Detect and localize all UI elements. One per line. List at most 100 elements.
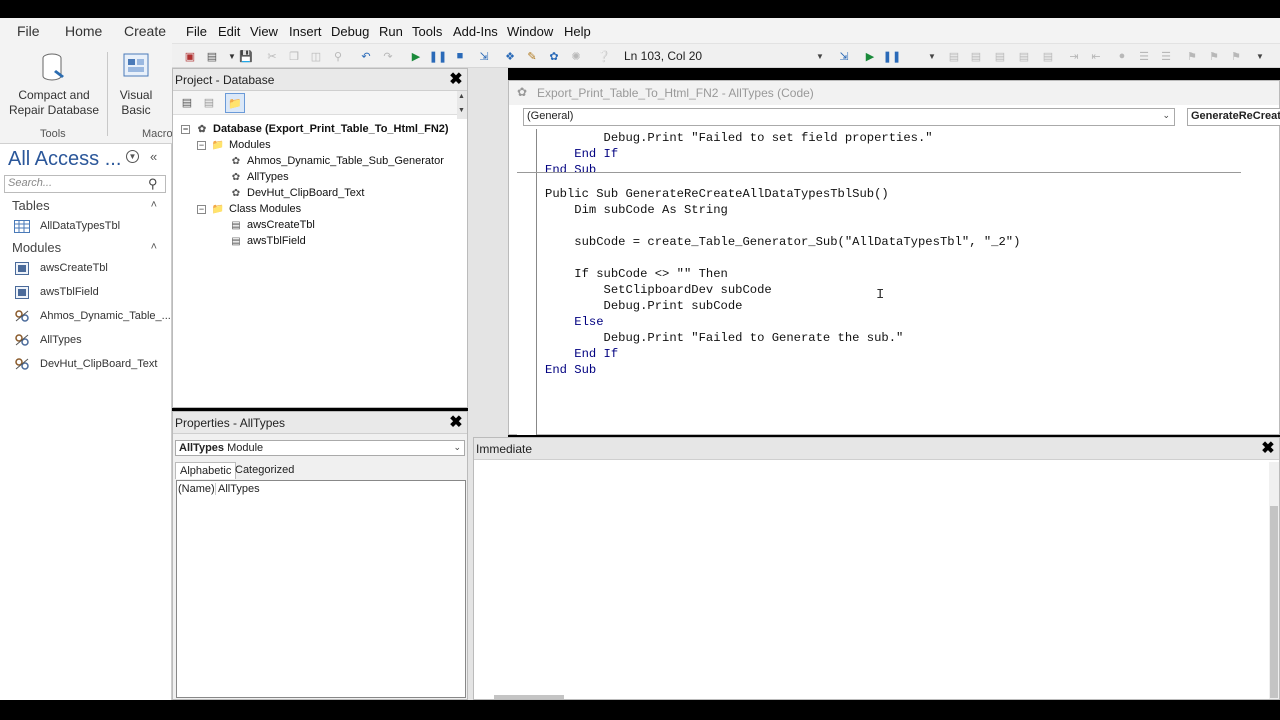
nav-item-module[interactable]: awsTblField <box>14 284 99 300</box>
tree-node-modules-folder[interactable]: − 📁 Modules <box>197 137 271 153</box>
save-icon[interactable]: 💾 <box>238 48 254 64</box>
object-selector-combo[interactable]: AllTypes Module ⌄ <box>175 440 465 456</box>
design-mode-icon[interactable]: ⇲ <box>476 48 492 64</box>
undo-icon[interactable]: ↶ <box>358 48 374 64</box>
menu-run[interactable]: Run <box>379 24 403 39</box>
tree-node-module[interactable]: ✿ DevHut_ClipBoard_Text <box>229 185 365 201</box>
menu-file[interactable]: File <box>186 24 207 39</box>
toggle-breakpoint-icon[interactable]: ● <box>1114 48 1130 64</box>
indent-icon[interactable]: ⇥ <box>1066 48 1082 64</box>
toolbar-overflow-icon-2[interactable]: ▼ <box>924 48 940 64</box>
nav-pane-title[interactable]: All Access ... <box>8 148 121 171</box>
scroll-down-icon[interactable]: ▼ <box>458 107 465 114</box>
tree-node-database[interactable]: − ✿ Database (Export_Print_Table_To_Html… <box>181 121 449 137</box>
cut-icon[interactable]: ✂ <box>264 48 280 64</box>
run-icon[interactable]: ▶ <box>408 48 424 64</box>
toolbar-overflow-icon-3[interactable]: ▼ <box>1252 48 1268 64</box>
find-icon[interactable]: ⚲ <box>330 48 346 64</box>
close-icon[interactable]: ✖ <box>447 71 465 89</box>
visual-basic-button[interactable]: Visual Basic <box>112 52 160 118</box>
tab-create[interactable]: Create <box>124 23 166 39</box>
view-access-icon[interactable]: ▣ <box>182 48 198 64</box>
complete-word-icon[interactable]: ▤ <box>1040 48 1056 64</box>
close-icon[interactable]: ✖ <box>447 414 465 432</box>
menu-help[interactable]: Help <box>564 24 591 39</box>
nav-item-module[interactable]: DevHut_ClipBoard_Text <box>14 356 157 372</box>
project-scrollbar[interactable]: ▲ ▼ <box>457 91 467 119</box>
toggle-bookmark-icon[interactable]: ⚑ <box>1184 48 1200 64</box>
debug-run-icon[interactable]: ▶ <box>862 48 878 64</box>
immediate-horizontal-scrollbar-thumb[interactable] <box>494 695 564 699</box>
property-row[interactable]: (Name) AllTypes <box>178 483 260 495</box>
paste-icon[interactable]: ◫ <box>308 48 324 64</box>
menu-debug[interactable]: Debug <box>331 24 369 39</box>
tab-home[interactable]: Home <box>65 23 102 39</box>
immediate-window[interactable]: Immediate ✖ <box>473 437 1280 700</box>
break-icon[interactable]: ❚❚ <box>429 48 447 64</box>
search-icon[interactable]: ⚲ <box>148 176 158 192</box>
nav-item-module[interactable]: awsCreateTbl <box>14 260 108 276</box>
list-properties-icon[interactable]: ▤ <box>946 48 962 64</box>
previous-bookmark-icon[interactable]: ⚑ <box>1228 48 1244 64</box>
tab-alphabetic[interactable]: Alphabetic <box>175 462 237 479</box>
menu-edit[interactable]: Edit <box>218 24 240 39</box>
menu-window[interactable]: Window <box>507 24 553 39</box>
menu-addins[interactable]: Add-Ins <box>453 24 498 39</box>
compact-repair-button[interactable]: Compact and Repair Database <box>4 52 104 118</box>
parameter-info-icon[interactable]: ▤ <box>1016 48 1032 64</box>
comment-block-icon[interactable]: ☰ <box>1136 48 1152 64</box>
chevron-down-icon[interactable]: ⌄ <box>453 442 461 453</box>
copy-icon[interactable]: ❐ <box>286 48 302 64</box>
nav-item-module[interactable]: AllTypes <box>14 332 82 348</box>
view-object-icon[interactable]: ▤ <box>201 94 217 110</box>
nav-menu-chevron-icon[interactable]: ▼ <box>126 150 139 163</box>
chevron-down-icon[interactable]: ⌄ <box>1162 110 1170 121</box>
properties-window-icon[interactable]: ✎ <box>524 48 540 64</box>
object-browser-icon[interactable]: ✿ <box>546 48 562 64</box>
menu-view[interactable]: View <box>250 24 278 39</box>
collapse-node-icon[interactable]: − <box>197 140 206 150</box>
insert-module-icon[interactable]: ▤ <box>204 48 220 64</box>
scrollbar-thumb[interactable] <box>1270 506 1278 698</box>
menu-tools[interactable]: Tools <box>412 24 442 39</box>
project-explorer-icon[interactable]: ❖ <box>502 48 518 64</box>
tree-node-class-folder[interactable]: − 📁 Class Modules <box>197 201 301 217</box>
menu-insert[interactable]: Insert <box>289 24 322 39</box>
nav-group-modules[interactable]: Modules <box>12 240 61 255</box>
toggle-folders-icon[interactable]: 📁 <box>225 93 245 113</box>
shutter-bar-close-icon[interactable]: « <box>150 149 157 164</box>
reset-icon[interactable]: ■ <box>452 48 468 64</box>
outdent-icon[interactable]: ⇤ <box>1088 48 1104 64</box>
code-editor[interactable]: Debug.Print "Failed to set field propert… <box>517 130 1275 430</box>
nav-search-input[interactable]: Search... <box>4 175 166 193</box>
nav-group-tables[interactable]: Tables <box>12 198 50 213</box>
close-icon[interactable]: ✖ <box>1259 440 1277 458</box>
quick-info-icon[interactable]: ▤ <box>992 48 1008 64</box>
tab-file[interactable]: File <box>17 23 40 39</box>
collapse-tables-icon[interactable]: ˄ <box>151 199 157 211</box>
tab-categorized[interactable]: Categorized <box>231 462 298 478</box>
help-icon[interactable]: ❔ <box>596 48 612 64</box>
redo-icon[interactable]: ↷ <box>380 48 396 64</box>
uncomment-block-icon[interactable]: ☰ <box>1158 48 1174 64</box>
next-bookmark-icon[interactable]: ⚑ <box>1206 48 1222 64</box>
nav-item-table[interactable]: AllDataTypesTbl <box>14 218 120 234</box>
debug-break-icon[interactable]: ❚❚ <box>883 48 901 64</box>
procedure-combo[interactable]: GenerateReCreateAllDataTypesTblSub <box>1187 108 1280 126</box>
collapse-modules-icon[interactable]: ˄ <box>151 241 157 253</box>
toolbox-icon[interactable]: ✺ <box>568 48 584 64</box>
toolbar-overflow-icon[interactable]: ▼ <box>812 48 828 64</box>
object-combo[interactable]: (General) ⌄ <box>523 108 1175 126</box>
immediate-vertical-scrollbar[interactable] <box>1269 462 1279 699</box>
list-constants-icon[interactable]: ▤ <box>968 48 984 64</box>
code-margin-indicator-bar[interactable] <box>517 129 537 435</box>
tree-node-class[interactable]: ▤ awsTblField <box>229 233 305 249</box>
nav-item-module[interactable]: Ahmos_Dynamic_Table_... <box>14 308 171 324</box>
property-value[interactable]: AllTypes <box>216 483 260 495</box>
debug-design-icon[interactable]: ⇲ <box>836 48 852 64</box>
scroll-up-icon[interactable]: ▲ <box>458 93 465 100</box>
tree-node-module-selected[interactable]: ✿ AllTypes <box>229 169 289 185</box>
tree-node-module[interactable]: ✿ Ahmos_Dynamic_Table_Sub_Generator <box>229 153 444 169</box>
collapse-node-icon[interactable]: − <box>181 124 190 134</box>
tree-node-class[interactable]: ▤ awsCreateTbl <box>229 217 315 233</box>
